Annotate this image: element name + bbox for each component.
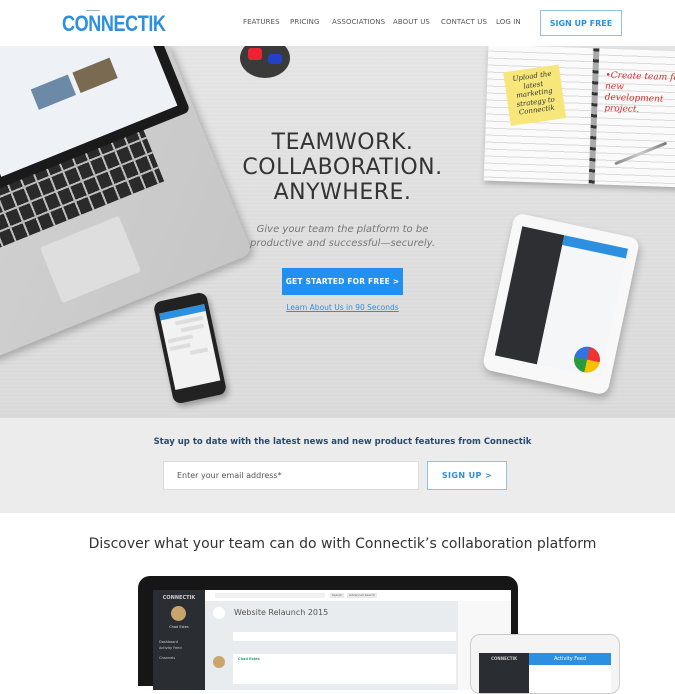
get-started-button[interactable]: GET STARTED FOR FREE >	[282, 268, 403, 295]
video-link[interactable]: Learn About Us in 90 Seconds	[0, 303, 675, 312]
nav-pricing[interactable]: PRICING	[290, 18, 319, 26]
nav-features[interactable]: FEATURES	[243, 18, 280, 26]
product-mockup-laptop: CONNECTIK Chad Estes Dashboard Activity …	[138, 576, 518, 690]
header-signup-button[interactable]: SIGN UP FREE	[540, 10, 622, 36]
chrome-logo-icon	[571, 344, 603, 376]
mockup-channel-title: Website Relaunch 2015	[234, 608, 329, 617]
notebook-note: •Create team for new development project…	[604, 70, 675, 115]
hero-subtitle: Give your team the platform to be produc…	[249, 224, 435, 249]
avatar	[213, 656, 225, 668]
newsletter-signup-button[interactable]: SIGN UP >	[427, 461, 507, 490]
group-icon	[213, 607, 225, 619]
mockup-topbar: Search Advanced Search	[205, 590, 511, 601]
email-input[interactable]: Enter your email address*	[163, 461, 419, 490]
sticky-note: Upload the latest marketing strategy to …	[503, 64, 567, 126]
discover-heading: Discover what your team can do with Conn…	[88, 536, 597, 552]
site-header: CONNECTIK FEATURES PRICING ASSOCIATIONS …	[0, 0, 675, 46]
logo[interactable]: CONNECTIK	[62, 11, 166, 37]
hero-title: TEAMWORK. COLLABORATION. ANYWHERE.	[242, 130, 443, 205]
mockup-toolbar	[233, 632, 456, 641]
newsletter-title: Stay up to date with the latest news and…	[153, 437, 532, 447]
search-input	[215, 593, 325, 598]
nav-contact-us[interactable]: CONTACT US	[441, 18, 487, 26]
nav-log-in[interactable]: LOG IN	[496, 18, 521, 26]
nav-associations[interactable]: ASSOCIATIONS	[332, 18, 385, 26]
mockup-post: Chad Estes	[233, 654, 456, 684]
hero-section: Upload the latest marketing strategy to …	[0, 46, 675, 418]
nav-about-us[interactable]: ABOUT US	[393, 18, 430, 26]
avatar	[171, 606, 186, 621]
mockup-sidebar: CONNECTIK Chad Estes Dashboard Activity …	[153, 590, 205, 690]
newsletter-section: Stay up to date with the latest news and…	[0, 418, 675, 513]
product-mockup-tablet: CONNECTIK Activity Feed	[470, 634, 620, 694]
